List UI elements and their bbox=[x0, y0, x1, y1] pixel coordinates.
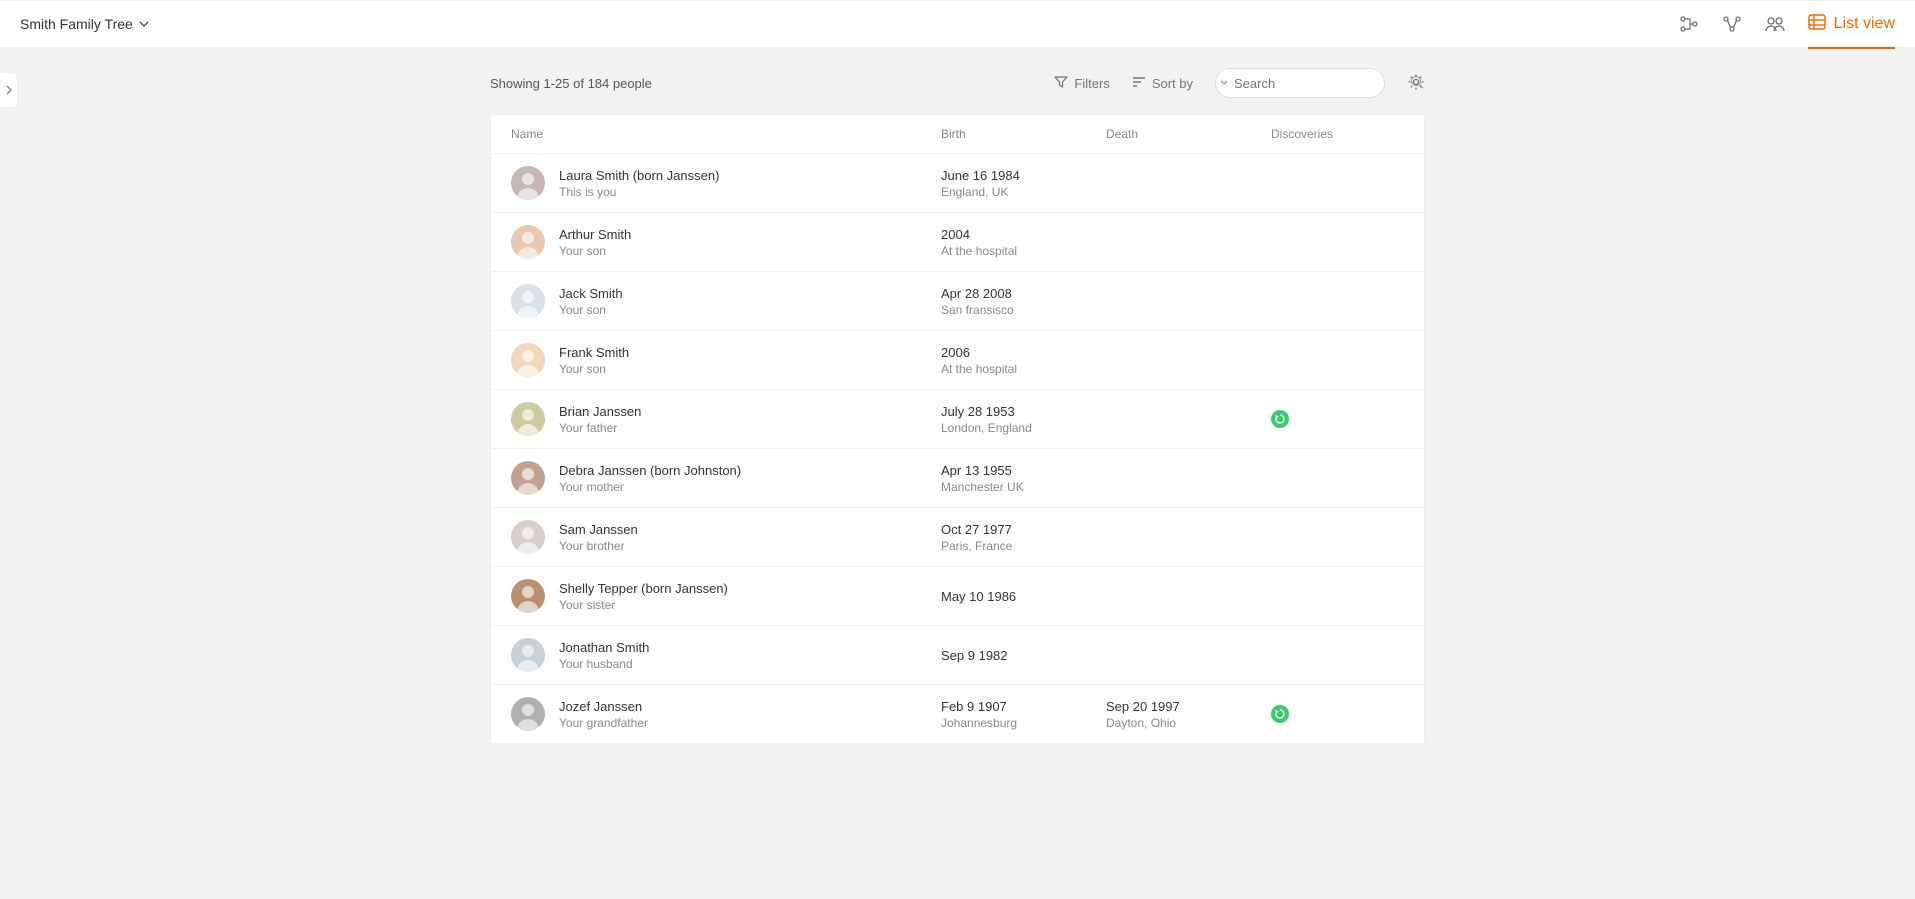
expand-sidebar-tab[interactable] bbox=[0, 72, 18, 108]
birth-date: July 28 1953 bbox=[941, 404, 1106, 419]
filter-icon bbox=[1054, 75, 1068, 92]
person-relation: Your son bbox=[559, 244, 631, 258]
person-name: Debra Janssen (born Johnston) bbox=[559, 463, 741, 478]
people-table: Name Birth Death Discoveries Laura Smith… bbox=[490, 114, 1425, 744]
search-type-dropdown[interactable] bbox=[1220, 73, 1228, 93]
sortby-label: Sort by bbox=[1152, 76, 1193, 91]
birth-date: 2006 bbox=[941, 345, 1106, 360]
person-name: Jonathan Smith bbox=[559, 640, 649, 655]
showing-count: Showing 1-25 of 184 people bbox=[490, 76, 652, 91]
table-row[interactable]: Frank Smith Your son 2006 At the hospital bbox=[491, 331, 1424, 390]
birth-place: England, UK bbox=[941, 185, 1106, 199]
sort-icon bbox=[1132, 76, 1146, 91]
birth-place: San fransisco bbox=[941, 303, 1106, 317]
chevron-down-icon bbox=[139, 16, 149, 32]
col-birth: Birth bbox=[941, 127, 1106, 141]
person-relation: Your brother bbox=[559, 539, 638, 553]
tree-title-dropdown[interactable]: Smith Family Tree bbox=[20, 16, 149, 32]
table-row[interactable]: Arthur Smith Your son 2004 At the hospital bbox=[491, 213, 1424, 272]
person-name: Jack Smith bbox=[559, 286, 623, 301]
settings-button[interactable] bbox=[1407, 73, 1425, 94]
table-row[interactable]: Jozef Janssen Your grandfather Feb 9 1907 J… bbox=[491, 685, 1424, 743]
person-name: Sam Janssen bbox=[559, 522, 638, 537]
content: Showing 1-25 of 184 people Filters Sort … bbox=[490, 48, 1425, 744]
birth-date: June 16 1984 bbox=[941, 168, 1106, 183]
avatar bbox=[511, 166, 545, 200]
col-death: Death bbox=[1106, 127, 1271, 141]
avatar bbox=[511, 697, 545, 731]
person-relation: Your husband bbox=[559, 657, 649, 671]
birth-date: Oct 27 1977 bbox=[941, 522, 1106, 537]
person-relation: This is you bbox=[559, 185, 719, 199]
death-place: Dayton, Ohio bbox=[1106, 716, 1271, 730]
avatar bbox=[511, 343, 545, 377]
person-relation: Your grandfather bbox=[559, 716, 648, 730]
view-fan-icon[interactable] bbox=[1722, 15, 1742, 33]
avatar bbox=[511, 461, 545, 495]
birth-date: May 10 1986 bbox=[941, 589, 1106, 604]
table-row[interactable]: Shelly Tepper (born Janssen) Your sister M… bbox=[491, 567, 1424, 626]
filters-label: Filters bbox=[1074, 76, 1109, 91]
avatar bbox=[511, 638, 545, 672]
discovery-badge[interactable] bbox=[1271, 705, 1289, 723]
person-name: Frank Smith bbox=[559, 345, 629, 360]
table-row[interactable]: Brian Janssen Your father July 28 1953 Lond… bbox=[491, 390, 1424, 449]
birth-place: London, England bbox=[941, 421, 1106, 435]
person-relation: Your son bbox=[559, 362, 629, 376]
birth-date: Feb 9 1907 bbox=[941, 699, 1106, 714]
filters-button[interactable]: Filters bbox=[1054, 75, 1109, 92]
controls-bar: Showing 1-25 of 184 people Filters Sort … bbox=[490, 68, 1425, 98]
search-input[interactable] bbox=[1234, 76, 1410, 91]
death-date: Sep 20 1997 bbox=[1106, 699, 1271, 714]
person-name: Jozef Janssen bbox=[559, 699, 648, 714]
col-name: Name bbox=[511, 127, 941, 141]
avatar bbox=[511, 579, 545, 613]
view-people-icon[interactable] bbox=[1764, 15, 1786, 33]
birth-date: Apr 13 1955 bbox=[941, 463, 1106, 478]
table-row[interactable]: Laura Smith (born Janssen) This is you Jun… bbox=[491, 154, 1424, 213]
list-view-icon bbox=[1808, 14, 1826, 35]
avatar bbox=[511, 520, 545, 554]
person-relation: Your sister bbox=[559, 598, 728, 612]
avatar bbox=[511, 225, 545, 259]
col-discoveries: Discoveries bbox=[1271, 127, 1431, 141]
person-relation: Your son bbox=[559, 303, 623, 317]
tree-title-text: Smith Family Tree bbox=[20, 16, 133, 32]
table-row[interactable]: Debra Janssen (born Johnston) Your mother… bbox=[491, 449, 1424, 508]
birth-date: Sep 9 1982 bbox=[941, 648, 1106, 663]
birth-place: Paris, France bbox=[941, 539, 1106, 553]
controls-right: Filters Sort by bbox=[1054, 68, 1425, 98]
table-row[interactable]: Jack Smith Your son Apr 28 2008 San fransis… bbox=[491, 272, 1424, 331]
table-header: Name Birth Death Discoveries bbox=[491, 115, 1424, 154]
birth-place: At the hospital bbox=[941, 362, 1106, 376]
view-pedigree-icon[interactable] bbox=[1680, 15, 1700, 33]
search-pill bbox=[1215, 68, 1385, 98]
person-name: Arthur Smith bbox=[559, 227, 631, 242]
person-relation: Your mother bbox=[559, 480, 741, 494]
topbar: Smith Family Tree List view bbox=[0, 0, 1915, 48]
birth-place: At the hospital bbox=[941, 244, 1106, 258]
sortby-button[interactable]: Sort by bbox=[1132, 76, 1193, 91]
list-view-label: List view bbox=[1834, 15, 1895, 33]
view-list-button[interactable]: List view bbox=[1808, 14, 1895, 49]
person-name: Laura Smith (born Janssen) bbox=[559, 168, 719, 183]
avatar bbox=[511, 402, 545, 436]
topbar-actions: List view bbox=[1680, 14, 1895, 35]
discovery-badge[interactable] bbox=[1271, 410, 1289, 428]
birth-place: Johannesburg bbox=[941, 716, 1106, 730]
person-name: Shelly Tepper (born Janssen) bbox=[559, 581, 728, 596]
table-row[interactable]: Jonathan Smith Your husband Sep 9 1982 bbox=[491, 626, 1424, 685]
birth-place: Manchester UK bbox=[941, 480, 1106, 494]
avatar bbox=[511, 284, 545, 318]
table-row[interactable]: Sam Janssen Your brother Oct 27 1977 Paris,… bbox=[491, 508, 1424, 567]
birth-date: Apr 28 2008 bbox=[941, 286, 1106, 301]
person-name: Brian Janssen bbox=[559, 404, 641, 419]
birth-date: 2004 bbox=[941, 227, 1106, 242]
person-relation: Your father bbox=[559, 421, 641, 435]
